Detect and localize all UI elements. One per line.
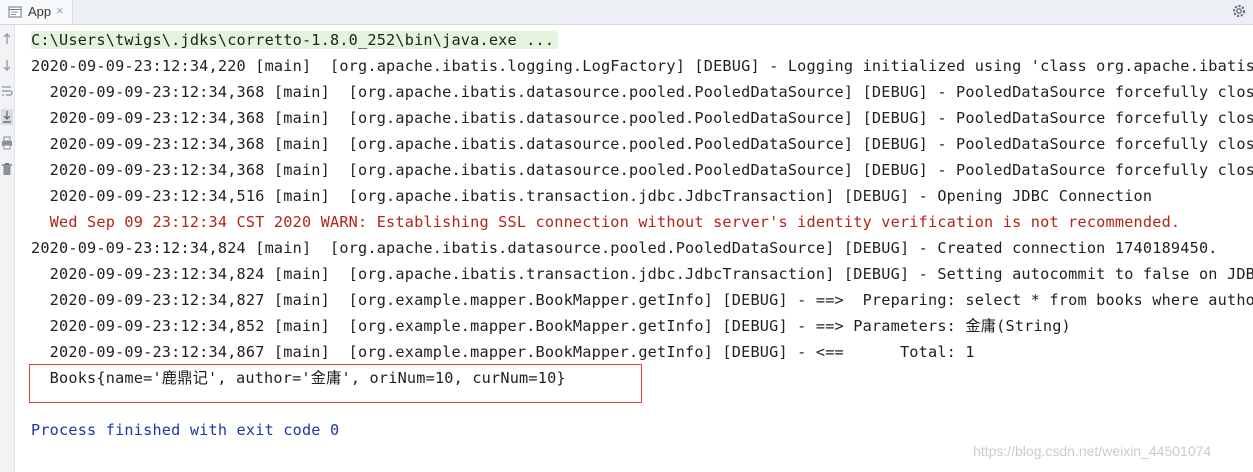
console-warning-line: Wed Sep 09 23:12:34 CST 2020 WARN: Estab… bbox=[31, 213, 1181, 231]
process-finished-line: Process finished with exit code 0 bbox=[31, 421, 340, 439]
scroll-down-icon[interactable] bbox=[1, 57, 13, 73]
close-icon[interactable]: × bbox=[56, 3, 64, 18]
console-line: 2020-09-09-23:12:34,368 [main] [org.apac… bbox=[49, 161, 1253, 179]
console-line: 2020-09-09-23:12:34,824 [main] [org.apac… bbox=[31, 239, 1218, 257]
print-icon[interactable] bbox=[1, 135, 13, 151]
console-output[interactable]: C:\Users\twigs\.jdks\corretto-1.8.0_252\… bbox=[15, 25, 1253, 472]
trash-icon[interactable] bbox=[1, 161, 13, 177]
result-highlight-box bbox=[29, 364, 642, 403]
run-tool-window-header: App × bbox=[0, 0, 1253, 25]
console-icon bbox=[8, 6, 22, 18]
tab-app[interactable]: App × bbox=[0, 0, 73, 24]
gear-icon[interactable] bbox=[1231, 3, 1247, 19]
console-line: 2020-09-09-23:12:34,516 [main] [org.apac… bbox=[31, 187, 1153, 205]
console-line: 2020-09-09-23:12:34,368 [main] [org.apac… bbox=[49, 135, 1253, 153]
soft-wrap-icon[interactable] bbox=[1, 83, 13, 99]
console-line: 2020-09-09-23:12:34,867 [main] [org.exam… bbox=[31, 343, 975, 361]
scroll-to-end-icon[interactable] bbox=[1, 109, 13, 125]
java-command: C:\Users\twigs\.jdks\corretto-1.8.0_252\… bbox=[31, 31, 559, 49]
console-line: 2020-09-09-23:12:34,852 [main] [org.exam… bbox=[31, 317, 1071, 335]
console-line: 2020-09-09-23:12:34,368 [main] [org.apac… bbox=[49, 83, 1253, 101]
console-line: 2020-09-09-23:12:34,824 [main] [org.apac… bbox=[31, 265, 1253, 283]
watermark: https://blog.csdn.net/weixin_44501074 bbox=[973, 443, 1212, 459]
tab-app-label: App bbox=[28, 4, 52, 19]
console-toolbar bbox=[0, 25, 15, 472]
console-line: 2020-09-09-23:12:34,368 [main] [org.apac… bbox=[49, 109, 1253, 127]
console-line-cmd: C:\Users\twigs\.jdks\corretto-1.8.0_252\… bbox=[31, 27, 559, 53]
console-line: 2020-09-09-23:12:34,220 [main] [org.apac… bbox=[31, 57, 1253, 75]
console-line: 2020-09-09-23:12:34,827 [main] [org.exam… bbox=[31, 291, 1253, 309]
scroll-up-icon[interactable] bbox=[1, 31, 13, 47]
